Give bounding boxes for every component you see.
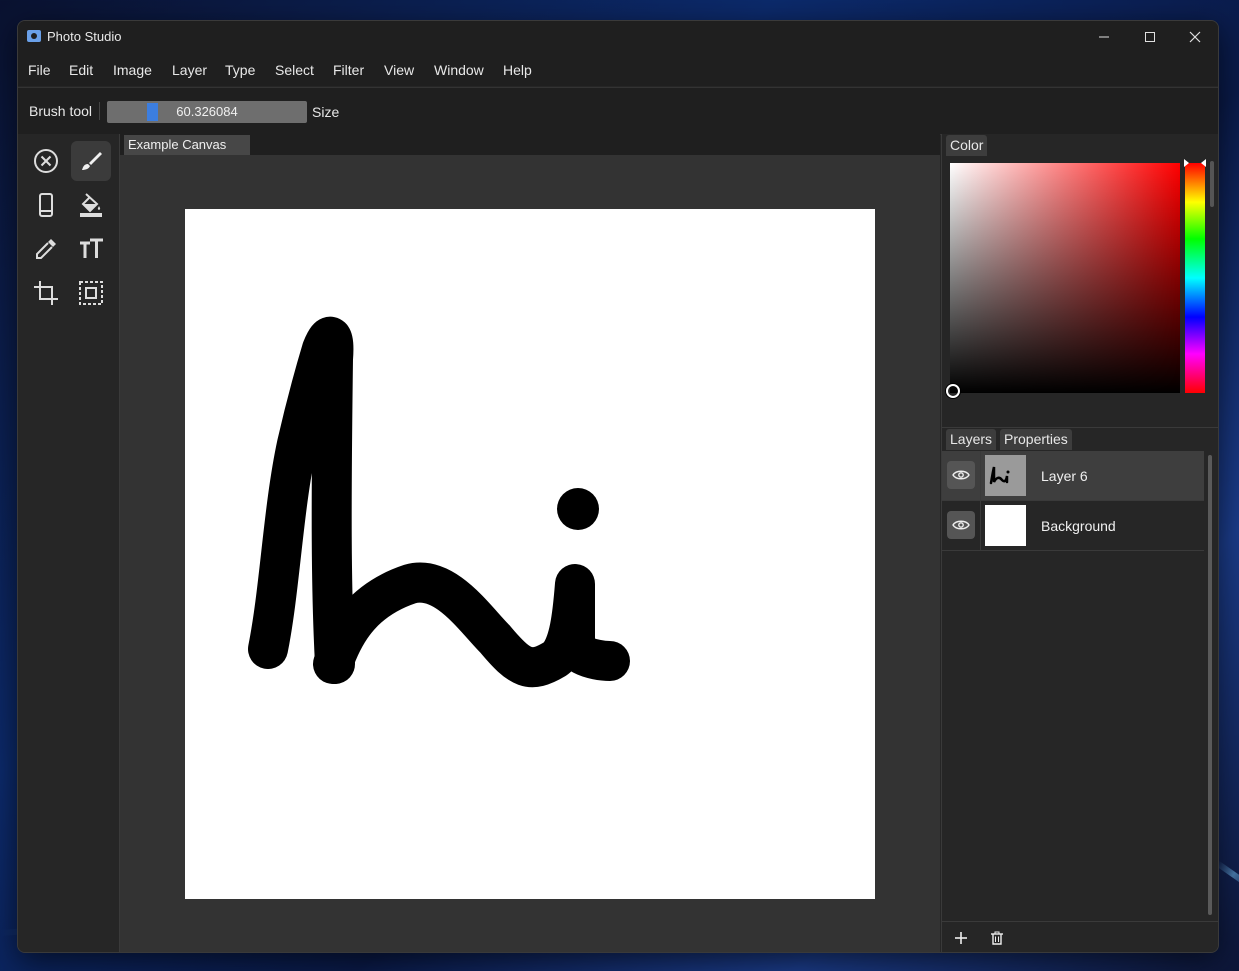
drawing-canvas[interactable] — [185, 209, 875, 899]
layer-row[interactable]: Background — [942, 501, 1204, 551]
color-picker-handle[interactable] — [946, 384, 960, 398]
brush-icon — [82, 152, 102, 170]
plus-icon — [955, 932, 967, 944]
menu-select[interactable]: Select — [275, 62, 314, 78]
menu-type[interactable]: Type — [225, 62, 255, 78]
size-label: Size — [312, 104, 340, 120]
text-tool-button[interactable] — [71, 229, 111, 269]
select-tool-button[interactable] — [71, 273, 111, 313]
layer-thumbnail — [985, 455, 1026, 496]
title-bar: Photo Studio — [18, 21, 1218, 53]
crop-icon — [34, 281, 58, 305]
tab-properties[interactable]: Properties — [1000, 429, 1072, 450]
layer-thumbnail — [985, 505, 1026, 546]
text-size-icon — [80, 238, 103, 258]
delete-layer-button[interactable] — [987, 928, 1007, 948]
eye-icon — [952, 470, 970, 480]
brush-strokes — [248, 316, 630, 688]
fill-tool-button[interactable] — [71, 185, 111, 225]
maximize-icon — [1145, 32, 1155, 42]
crop-tool-button[interactable] — [26, 273, 66, 313]
menu-view[interactable]: View — [384, 62, 414, 78]
toolbar-divider — [99, 102, 100, 120]
layers-footer — [942, 921, 1218, 952]
camera-icon — [27, 30, 41, 42]
hue-marker-right-icon — [1201, 159, 1206, 167]
column-divider — [980, 501, 981, 550]
eraser-tool-button[interactable] — [26, 185, 66, 225]
eyedropper-icon — [36, 239, 56, 259]
close-icon — [1189, 31, 1201, 43]
menu-file[interactable]: File — [28, 62, 51, 78]
hue-marker-left-icon — [1184, 159, 1189, 167]
trash-icon — [991, 931, 1003, 945]
eyedropper-tool-button[interactable] — [26, 229, 66, 269]
app-window: Photo Studio File Edit Image Layer Type … — [17, 20, 1219, 953]
layer-name: Background — [1041, 518, 1116, 534]
tool-name-label: Brush tool — [29, 103, 93, 119]
brush-size-slider[interactable]: 60.326084 — [107, 101, 307, 123]
window-title: Photo Studio — [47, 29, 122, 44]
menu-image[interactable]: Image — [113, 62, 152, 78]
brush-size-value: 60.326084 — [176, 104, 238, 119]
canvas-area: Example Canvas — [120, 134, 940, 952]
layer-name: Layer 6 — [1041, 468, 1088, 484]
menu-layer[interactable]: Layer — [172, 62, 207, 78]
tab-layers[interactable]: Layers — [946, 429, 997, 450]
document-tab[interactable]: Example Canvas — [124, 135, 250, 155]
menu-help[interactable]: Help — [503, 62, 532, 78]
menu-window[interactable]: Window — [434, 62, 484, 78]
eye-icon — [952, 520, 970, 530]
minimize-icon — [1099, 36, 1109, 38]
column-divider — [980, 451, 981, 500]
menu-edit[interactable]: Edit — [69, 62, 93, 78]
layers-list: Layer 6 Background — [942, 451, 1204, 921]
menu-filter[interactable]: Filter — [333, 62, 364, 78]
rectangle-icon — [39, 193, 53, 217]
close-button[interactable] — [1172, 21, 1218, 53]
right-panel: Color Layers Properties Layer 6 Backgrou… — [941, 134, 1218, 952]
minimize-button[interactable] — [1081, 21, 1127, 53]
layers-scrollbar[interactable] — [1208, 455, 1212, 915]
layer-visibility-toggle[interactable] — [947, 461, 975, 489]
brush-tool-button[interactable] — [71, 141, 111, 181]
add-layer-button[interactable] — [951, 928, 971, 948]
toolbox — [18, 134, 120, 952]
layer-visibility-toggle[interactable] — [947, 511, 975, 539]
saturation-value-picker[interactable] — [950, 163, 1180, 393]
color-panel-scrollbar[interactable] — [1210, 161, 1214, 207]
layer-row[interactable]: Layer 6 — [942, 451, 1204, 501]
document-tab-strip: Example Canvas — [120, 134, 940, 155]
tool-options-bar: Brush tool 60.326084 Size — [18, 87, 1218, 135]
maximize-button[interactable] — [1127, 21, 1173, 53]
menu-bar: File Edit Image Layer Type Select Filter… — [18, 53, 1218, 86]
cancel-tool-button[interactable] — [26, 141, 66, 181]
selection-icon — [79, 281, 103, 305]
circle-x-icon — [34, 149, 58, 173]
paint-bucket-icon — [80, 193, 102, 217]
tab-color[interactable]: Color — [946, 135, 988, 156]
panel-divider — [942, 427, 1218, 428]
hue-slider[interactable] — [1185, 163, 1205, 393]
